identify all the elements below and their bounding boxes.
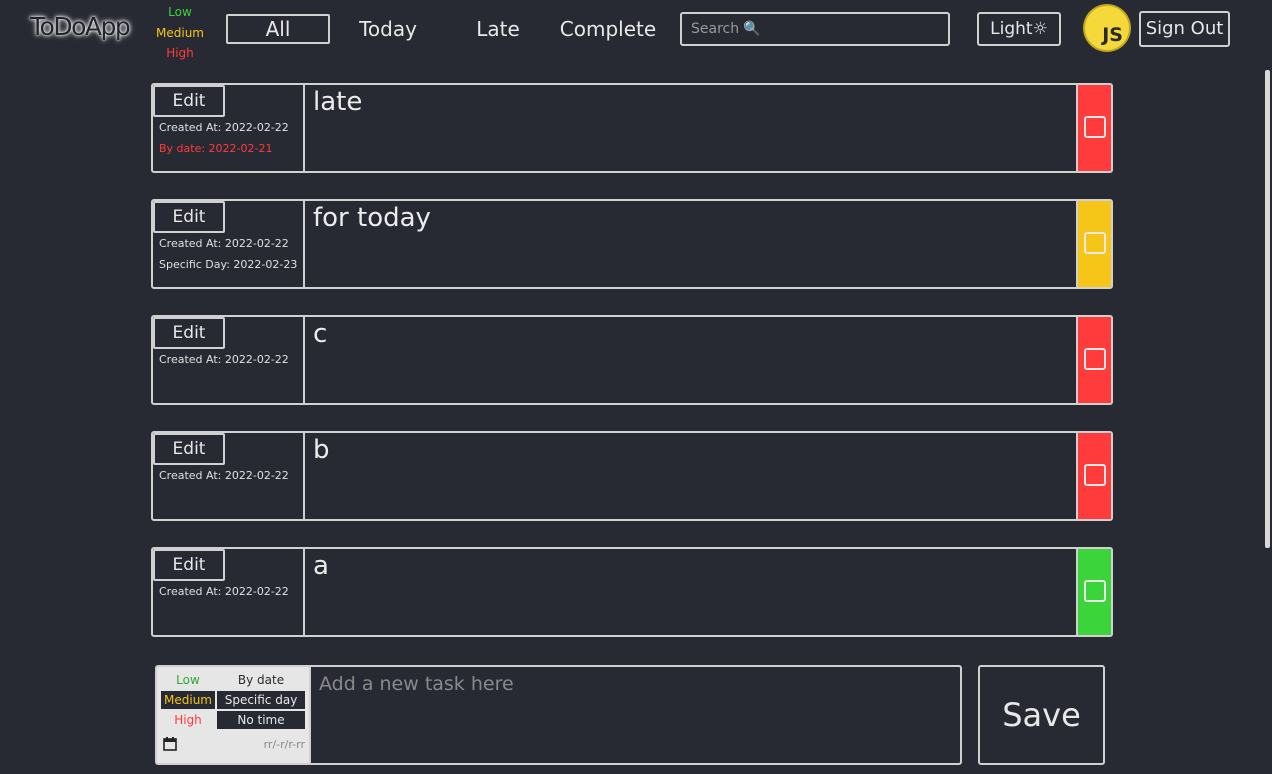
- edit-button[interactable]: Edit: [153, 201, 225, 233]
- legend-medium: Medium: [156, 25, 204, 40]
- avatar-initials: JS: [1102, 24, 1123, 46]
- due-date: By date: 2022-02-21: [159, 142, 273, 155]
- task-meta: Edit Created At: 2022-02-22: [153, 549, 305, 635]
- edit-button[interactable]: Edit: [153, 85, 225, 117]
- tab-late[interactable]: Late: [468, 14, 528, 44]
- task-text: late: [313, 87, 363, 117]
- theme-toggle-button[interactable]: Light☼: [977, 12, 1061, 46]
- complete-checkbox[interactable]: [1084, 348, 1106, 370]
- search-input[interactable]: [691, 21, 743, 37]
- task-meta: Edit Created At: 2022-02-22 By date: 2022-…: [153, 85, 305, 171]
- magnifier-icon: 🔍: [743, 21, 761, 37]
- task-meta: Edit Created At: 2022-02-22 Specific Day: …: [153, 201, 305, 287]
- search-box[interactable]: 🔍: [680, 12, 950, 46]
- sign-out-button[interactable]: Sign Out: [1139, 11, 1230, 47]
- save-button[interactable]: Save: [978, 665, 1105, 765]
- created-date: Created At: 2022-02-22: [159, 469, 289, 482]
- due-date: Specific Day: 2022-02-23: [159, 258, 298, 271]
- task-meta: Edit Created At: 2022-02-22: [153, 433, 305, 519]
- task-item: Edit Created At: 2022-02-22 c: [151, 315, 1113, 405]
- date-input[interactable]: rr/-r/r-rr: [264, 738, 305, 751]
- priority-indicator: [1076, 201, 1111, 287]
- scrollbar[interactable]: [1265, 70, 1270, 548]
- task-text: for today: [313, 203, 431, 233]
- tab-today[interactable]: Today: [348, 14, 428, 44]
- priority-medium-option[interactable]: Medium: [161, 691, 215, 709]
- new-task-form: Low Medium High By date Specific day No …: [155, 665, 962, 765]
- created-date: Created At: 2022-02-22: [159, 121, 289, 134]
- legend-high: High: [166, 46, 194, 60]
- priority-indicator: [1076, 549, 1111, 635]
- tab-all[interactable]: All: [226, 14, 330, 44]
- complete-checkbox[interactable]: [1084, 116, 1106, 138]
- tab-complete[interactable]: Complete: [552, 14, 664, 44]
- edit-button[interactable]: Edit: [153, 433, 225, 465]
- new-task-input[interactable]: [319, 673, 919, 695]
- complete-checkbox[interactable]: [1084, 464, 1106, 486]
- created-date: Created At: 2022-02-22: [159, 237, 289, 250]
- by-date-option[interactable]: By date: [217, 671, 305, 689]
- priority-low-option[interactable]: Low: [161, 671, 215, 689]
- avatar[interactable]: JS: [1085, 6, 1129, 50]
- priority-indicator: [1076, 317, 1111, 403]
- calendar-icon[interactable]: [163, 737, 177, 751]
- theme-label: Light: [990, 19, 1033, 39]
- no-time-option[interactable]: No time: [217, 711, 305, 729]
- app-logo: ToDoApp: [30, 12, 131, 41]
- task-item: Edit Created At: 2022-02-22 By date: 2022-…: [151, 83, 1113, 173]
- task-meta: Edit Created At: 2022-02-22: [153, 317, 305, 403]
- complete-checkbox[interactable]: [1084, 232, 1106, 254]
- priority-legend: Low Medium High: [150, 2, 210, 64]
- sun-icon: ☼: [1032, 19, 1048, 39]
- priority-indicator: [1076, 433, 1111, 519]
- task-options: Low Medium High By date Specific day No …: [157, 667, 309, 763]
- complete-checkbox[interactable]: [1084, 580, 1106, 602]
- new-task-area[interactable]: [309, 667, 962, 763]
- priority-high-option[interactable]: High: [161, 711, 215, 729]
- task-item: Edit Created At: 2022-02-22 b: [151, 431, 1113, 521]
- priority-indicator: [1076, 85, 1111, 171]
- edit-button[interactable]: Edit: [153, 549, 225, 581]
- legend-low: Low: [168, 5, 192, 19]
- task-text: a: [313, 551, 329, 581]
- created-date: Created At: 2022-02-22: [159, 353, 289, 366]
- task-item: Edit Created At: 2022-02-22 a: [151, 547, 1113, 637]
- task-item: Edit Created At: 2022-02-22 Specific Day: …: [151, 199, 1113, 289]
- task-text: c: [313, 319, 328, 349]
- specific-day-option[interactable]: Specific day: [217, 691, 305, 709]
- created-date: Created At: 2022-02-22: [159, 585, 289, 598]
- task-text: b: [313, 435, 330, 465]
- edit-button[interactable]: Edit: [153, 317, 225, 349]
